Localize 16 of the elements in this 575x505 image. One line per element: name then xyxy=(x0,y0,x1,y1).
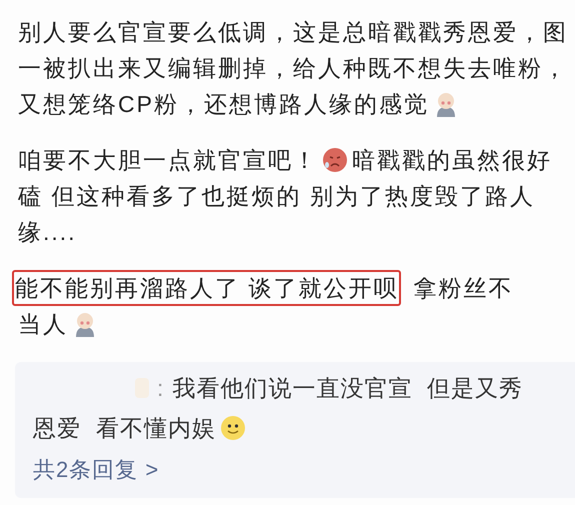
comment-text: 磕 但这种看多了也挺烦的 别为了热度毁了路人 xyxy=(18,182,535,210)
reply-text: 我看他们说一直没官宣 但是又秀 xyxy=(172,374,524,403)
more-replies-link[interactable]: 共2条回复 > xyxy=(33,450,160,490)
highlighted-text: 能不能别再溜路人了 谈了就公开呗 xyxy=(12,270,402,306)
comment-text: 暗戳戳的虽然很好 xyxy=(352,146,552,174)
comment-text: 当人 xyxy=(18,310,68,338)
separator-text: : xyxy=(157,374,164,403)
reply-text: 恩爱 看不懂内娱 xyxy=(33,414,216,443)
comment-text: 缘.... xyxy=(18,218,77,246)
smiley-icon xyxy=(220,415,246,441)
flushed-face-icon xyxy=(322,147,348,173)
comment-text: 咱要不大胆一点就官宣吧！ xyxy=(18,146,318,174)
comment-text: 又想笼络CP粉，还想博路人缘的感觉 xyxy=(18,90,429,118)
comment-text: 拿粉丝不 xyxy=(413,274,514,302)
comment-text: 别人要么官宣要么低调，这是总暗戳戳秀恩爱，图 xyxy=(18,18,568,46)
comment-text: 一被扒出来又编辑删掉，给人种既不想失去唯粉， xyxy=(18,54,568,82)
